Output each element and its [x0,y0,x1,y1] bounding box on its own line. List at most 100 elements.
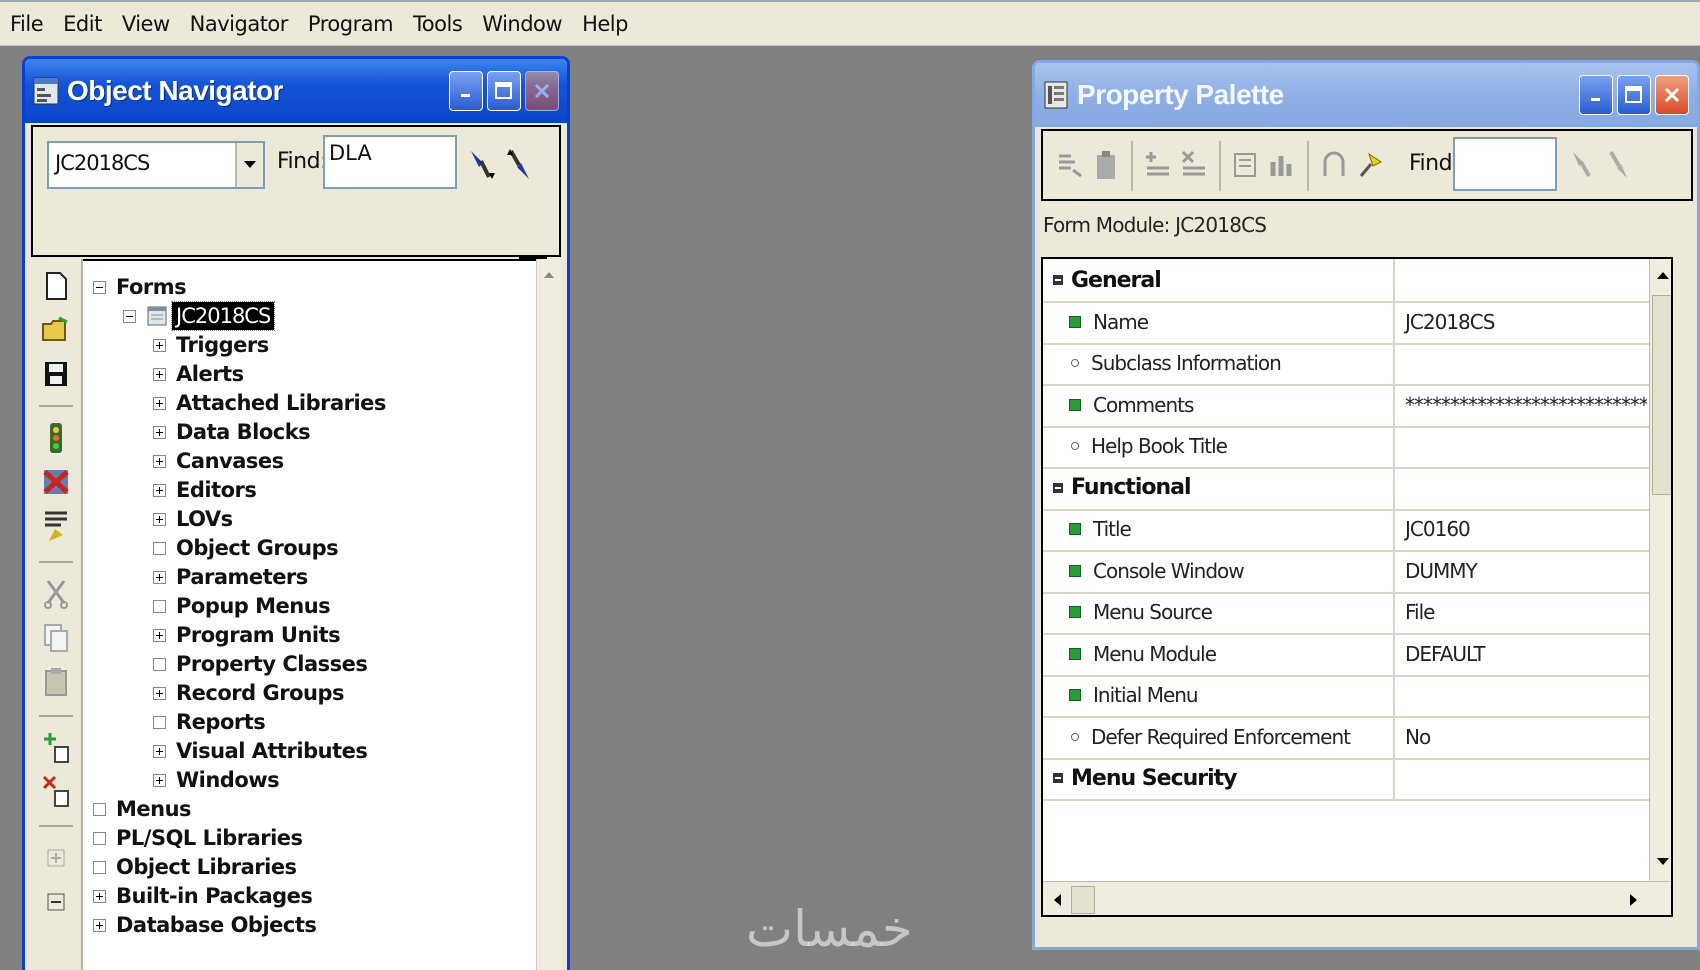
tree-node[interactable]: Windows [153,766,280,794]
property-row[interactable]: Menu Source File [1043,591,1671,635]
cut-button[interactable] [39,577,73,611]
property-row[interactable]: Menu Module DEFAULT [1043,632,1671,677]
tree-node[interactable]: Built-in Packages [93,882,313,910]
tree-node[interactable]: Object Libraries [93,853,297,881]
copy-button[interactable] [39,621,73,655]
pp-horizontal-thumb[interactable] [1071,886,1095,914]
tree-node[interactable]: JC2018CS [123,301,276,331]
tree-node[interactable]: Attached Libraries [153,389,386,417]
delete-property-button[interactable] [1177,145,1211,185]
menu-file[interactable]: File [0,4,53,44]
expand-plus-icon[interactable] [153,686,166,700]
expand-plus-icon[interactable] [153,425,166,439]
tree-node[interactable]: Reports [153,708,266,736]
module-combo[interactable]: JC2018CS [47,141,265,189]
tree-node[interactable]: Triggers [153,331,269,359]
new-button[interactable] [39,269,73,303]
combo-dropdown-button[interactable] [235,143,263,187]
compile-button[interactable] [39,509,73,543]
tree-node[interactable]: Data Blocks [153,418,311,446]
collapse-minus-icon[interactable] [93,280,106,294]
inherit-button[interactable] [1229,145,1263,185]
expand-plus-icon[interactable] [153,396,166,410]
property-value[interactable]: JC2018CS [1395,301,1647,343]
palette-vertical-scrollbar[interactable] [1649,259,1671,881]
freeze-button[interactable] [1353,145,1387,185]
expand-plus-icon[interactable] [153,338,166,352]
leaf-box-icon[interactable] [93,860,106,874]
menu-tools[interactable]: Tools [403,4,472,44]
pp-scroll-left-button[interactable] [1045,888,1069,912]
debug-button[interactable] [39,465,73,499]
palette-maximize-button[interactable] [1617,75,1651,115]
navigator-vertical-scrollbar[interactable] [536,259,561,970]
tree-node[interactable]: Menus [93,795,192,823]
property-value[interactable]: DEFAULT [1395,633,1647,675]
palette-find-input[interactable] [1453,137,1557,191]
property-row[interactable]: Subclass Information [1043,342,1671,386]
tree-node[interactable]: Visual Attributes [153,737,368,765]
tree-node[interactable]: Alerts [153,360,244,388]
expand-plus-icon[interactable] [153,454,166,468]
property-category-row[interactable]: Menu Security [1043,757,1671,801]
property-row[interactable]: Defer Required Enforcement No [1043,715,1671,760]
property-row[interactable]: Console Window DUMMY [1043,549,1671,594]
expand-plus-icon[interactable] [153,628,166,642]
expand-plus-icon[interactable] [153,367,166,381]
pp-vertical-thumb[interactable] [1652,295,1671,495]
navigator-find-input[interactable]: DLA [323,135,457,189]
menu-navigator[interactable]: Navigator [180,4,298,44]
navigator-close-button[interactable] [525,71,559,111]
scroll-up-button[interactable] [537,263,561,287]
collapse-minus-icon[interactable] [123,309,136,323]
property-row[interactable]: Help Book Title [1043,425,1671,469]
palette-search-forward-button[interactable] [1567,145,1601,185]
add-property-button[interactable] [1141,145,1175,185]
palette-minimize-button[interactable] [1579,75,1613,115]
search-backward-button[interactable] [501,145,537,185]
pp-scroll-down-button[interactable] [1651,849,1671,873]
save-button[interactable] [39,357,73,391]
open-button[interactable] [39,313,73,347]
leaf-box-icon[interactable] [153,599,166,613]
property-value[interactable]: JC0160 [1395,508,1647,550]
paste-properties-button[interactable] [1089,145,1123,185]
pp-scroll-up-button[interactable] [1651,263,1671,287]
property-row[interactable]: Initial Menu [1043,674,1671,718]
expand-plus-icon[interactable] [153,483,166,497]
expand-plus-icon[interactable] [93,889,106,903]
property-value[interactable]: ****************************** [1395,384,1647,426]
menu-help[interactable]: Help [572,4,638,44]
copy-properties-button[interactable] [1053,145,1087,185]
property-row[interactable]: Comments ****************************** [1043,383,1671,428]
collapse-category-icon[interactable] [1053,482,1063,493]
tree-node[interactable]: Database Objects [93,911,317,939]
leaf-box-icon[interactable] [93,831,106,845]
navigator-maximize-button[interactable] [487,71,521,111]
pp-scroll-right-button[interactable] [1621,888,1645,912]
tree-node[interactable]: Record Groups [153,679,345,707]
property-category-row[interactable]: Functional [1043,466,1671,511]
menu-edit[interactable]: Edit [53,4,112,44]
palette-close-button[interactable] [1655,75,1689,115]
palette-horizontal-scrollbar[interactable] [1043,881,1671,915]
tree-node[interactable]: Editors [153,476,257,504]
property-value[interactable] [1395,425,1647,467]
intersection-button[interactable] [1265,145,1299,185]
expand-plus-icon[interactable] [153,744,166,758]
navigator-minimize-button[interactable] [449,71,483,111]
tree-node[interactable]: PL/SQL Libraries [93,824,303,852]
property-category-row[interactable]: General [1043,259,1671,303]
menu-window[interactable]: Window [472,4,572,44]
search-forward-button[interactable] [465,145,501,185]
palette-titlebar[interactable]: Property Palette [1035,63,1697,127]
leaf-box-icon[interactable] [153,541,166,555]
palette-search-backward-button[interactable] [1601,145,1635,185]
union-button[interactable] [1317,145,1351,185]
paste-button[interactable] [39,665,73,699]
menu-program[interactable]: Program [298,4,403,44]
property-value[interactable] [1395,342,1647,384]
delete-button[interactable] [39,775,73,809]
tree-node[interactable]: Popup Menus [153,592,331,620]
property-row[interactable]: Title JC0160 [1043,508,1671,552]
